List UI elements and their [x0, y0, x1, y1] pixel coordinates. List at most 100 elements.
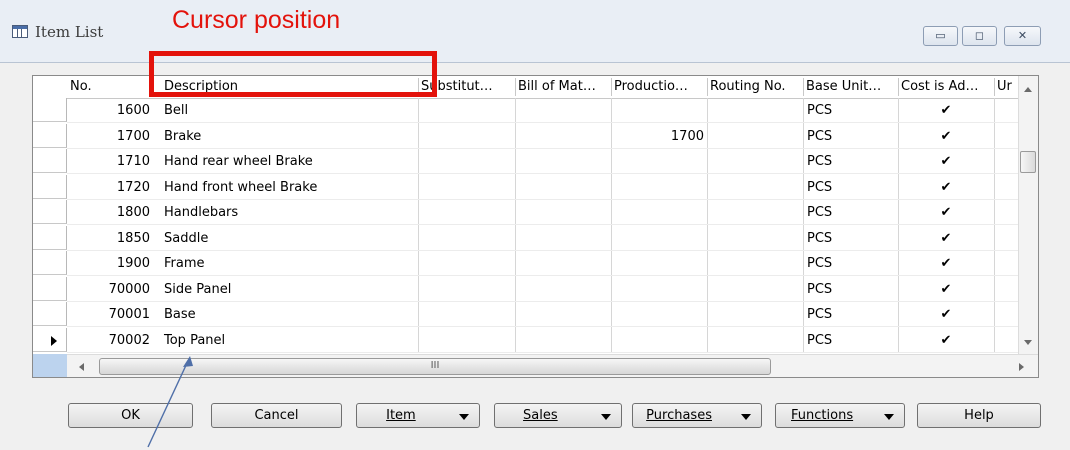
scroll-right-icon[interactable]: [1019, 363, 1024, 371]
column-separator[interactable]: [515, 78, 516, 96]
vertical-scrollbar[interactable]: [1018, 76, 1038, 354]
cell-production-bom[interactable]: [611, 149, 707, 174]
cell-production-bom[interactable]: [611, 277, 707, 302]
cell-no[interactable]: 70000: [67, 277, 153, 302]
table-row[interactable]: 70000 Side Panel PCS ✔: [33, 276, 1018, 302]
row-selector[interactable]: [33, 251, 67, 275]
cell-production-bom[interactable]: [611, 328, 707, 353]
cell-base-unit[interactable]: PCS: [803, 124, 898, 149]
column-header-no[interactable]: No.: [67, 76, 153, 98]
cell-no[interactable]: 1600: [67, 98, 153, 123]
horizontal-scrollbar[interactable]: III: [67, 354, 1038, 377]
cell-no[interactable]: 1800: [67, 200, 153, 225]
help-button[interactable]: Help: [917, 403, 1041, 428]
ok-button[interactable]: OK: [68, 403, 193, 428]
cell-base-unit[interactable]: PCS: [803, 226, 898, 251]
cell-cost-adjusted[interactable]: ✔: [898, 124, 994, 149]
cell-base-unit[interactable]: PCS: [803, 149, 898, 174]
row-selector[interactable]: [33, 302, 67, 326]
cell-no[interactable]: 1710: [67, 149, 153, 174]
cell-cost-adjusted[interactable]: ✔: [898, 98, 994, 123]
column-header-unit[interactable]: Ur: [994, 76, 1018, 98]
column-header-cost-adjusted[interactable]: Cost is Ad…: [898, 76, 994, 98]
cell-cost-adjusted[interactable]: ✔: [898, 277, 994, 302]
cell-base-unit[interactable]: PCS: [803, 98, 898, 123]
cell-description[interactable]: Base: [161, 302, 418, 327]
table-row[interactable]: 1700 Brake 1700 PCS ✔: [33, 123, 1018, 149]
table-row[interactable]: 70001 Base PCS ✔: [33, 302, 1018, 327]
cell-base-unit[interactable]: PCS: [803, 175, 898, 200]
cell-base-unit[interactable]: PCS: [803, 328, 898, 353]
cell-production-bom[interactable]: [611, 302, 707, 327]
cell-description[interactable]: Handlebars: [161, 200, 418, 225]
cell-description[interactable]: Bell: [161, 98, 418, 123]
sales-menu-button[interactable]: Sales: [494, 403, 622, 428]
table-row[interactable]: 70002 Top Panel PCS ✔: [33, 327, 1018, 353]
table-row[interactable]: 1720 Hand front wheel Brake PCS ✔: [33, 174, 1018, 200]
cell-description[interactable]: Frame: [161, 251, 418, 276]
cell-base-unit[interactable]: PCS: [803, 200, 898, 225]
table-row[interactable]: 1800 Handlebars PCS ✔: [33, 200, 1018, 225]
cell-no[interactable]: 70002: [67, 328, 153, 353]
column-header-production-bom[interactable]: Productio…: [611, 76, 707, 98]
cell-cost-adjusted[interactable]: ✔: [898, 328, 994, 353]
row-selector[interactable]: [33, 174, 67, 199]
row-selector[interactable]: [33, 123, 67, 148]
cell-description[interactable]: Hand rear wheel Brake: [161, 149, 418, 174]
scroll-down-icon[interactable]: [1024, 340, 1032, 345]
column-header-base-unit[interactable]: Base Unit…: [803, 76, 898, 98]
cell-description[interactable]: Saddle: [161, 226, 418, 251]
maximize-button[interactable]: ◻: [962, 26, 997, 46]
scroll-up-icon[interactable]: [1024, 87, 1032, 92]
cell-cost-adjusted[interactable]: ✔: [898, 175, 994, 200]
cancel-button[interactable]: Cancel: [211, 403, 342, 428]
table-row[interactable]: 1600 Bell PCS ✔: [33, 98, 1018, 123]
column-separator[interactable]: [803, 78, 804, 96]
cell-description[interactable]: Hand front wheel Brake: [161, 175, 418, 200]
row-selector[interactable]: [33, 200, 67, 224]
scroll-left-icon[interactable]: [79, 363, 84, 371]
item-menu-button[interactable]: Item: [356, 403, 480, 428]
minimize-button[interactable]: ▭: [923, 26, 958, 46]
cell-production-bom[interactable]: [611, 226, 707, 251]
cell-description[interactable]: Side Panel: [161, 277, 418, 302]
cell-cost-adjusted[interactable]: ✔: [898, 200, 994, 225]
item-grid[interactable]: No. Description Substitut… Bill of Mat… …: [32, 75, 1039, 378]
horizontal-scroll-thumb[interactable]: III: [99, 358, 771, 375]
cell-no[interactable]: 1850: [67, 226, 153, 251]
row-selector[interactable]: [33, 327, 67, 352]
cell-description[interactable]: Brake: [161, 124, 418, 149]
table-row[interactable]: 1710 Hand rear wheel Brake PCS ✔: [33, 149, 1018, 174]
row-selector[interactable]: [33, 149, 67, 173]
cell-production-bom[interactable]: [611, 251, 707, 276]
table-row[interactable]: 1900 Frame PCS ✔: [33, 251, 1018, 276]
cell-no[interactable]: 1720: [67, 175, 153, 200]
column-header-routing-no[interactable]: Routing No.: [707, 76, 803, 98]
cell-production-bom[interactable]: [611, 175, 707, 200]
cell-production-bom[interactable]: [611, 98, 707, 123]
cell-cost-adjusted[interactable]: ✔: [898, 302, 994, 327]
cell-description[interactable]: Top Panel: [161, 328, 418, 353]
vertical-scroll-thumb[interactable]: [1020, 151, 1036, 173]
cell-cost-adjusted[interactable]: ✔: [898, 149, 994, 174]
column-header-bill-of-materials[interactable]: Bill of Mat…: [515, 76, 611, 98]
row-selector-corner[interactable]: [33, 354, 67, 377]
cell-production-bom[interactable]: [611, 200, 707, 225]
row-selector[interactable]: [33, 225, 67, 250]
cell-no[interactable]: 1900: [67, 251, 153, 276]
column-separator[interactable]: [611, 78, 612, 96]
cell-no[interactable]: 1700: [67, 124, 153, 149]
cell-no[interactable]: 70001: [67, 302, 153, 327]
column-separator[interactable]: [898, 78, 899, 96]
column-separator[interactable]: [707, 78, 708, 96]
cell-base-unit[interactable]: PCS: [803, 251, 898, 276]
functions-menu-button[interactable]: Functions: [775, 403, 905, 428]
cell-base-unit[interactable]: PCS: [803, 302, 898, 327]
row-selector[interactable]: [33, 98, 67, 122]
cell-base-unit[interactable]: PCS: [803, 277, 898, 302]
close-button[interactable]: ✕: [1004, 26, 1041, 46]
cell-cost-adjusted[interactable]: ✔: [898, 226, 994, 251]
column-separator[interactable]: [994, 78, 995, 96]
cell-production-bom[interactable]: 1700: [611, 124, 707, 149]
cell-cost-adjusted[interactable]: ✔: [898, 251, 994, 276]
